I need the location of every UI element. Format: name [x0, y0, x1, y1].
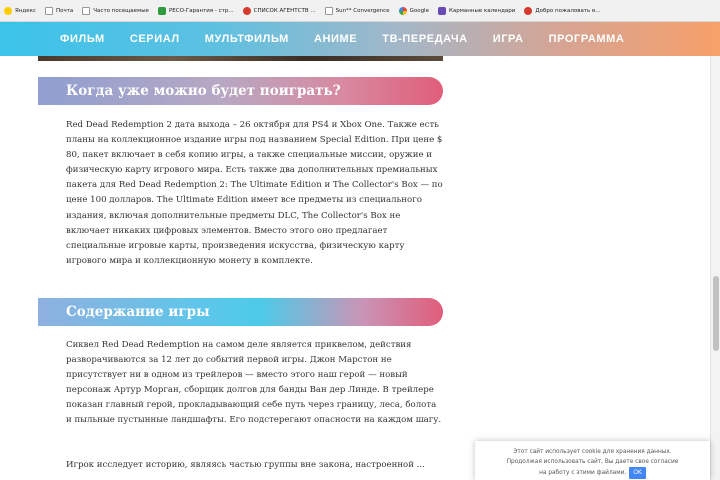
google-icon	[398, 6, 407, 15]
page-icon	[82, 6, 91, 15]
nav-item-program[interactable]: ПРОГРАММА	[549, 33, 625, 45]
bookmark-yandex[interactable]: Яндекс	[4, 6, 36, 15]
cookie-text: Продолжая использовать сайт, Вы даете св…	[506, 459, 679, 465]
yandex-icon	[4, 6, 12, 15]
bookmark-reso[interactable]: РЕСО-Гарантия - стр...	[157, 6, 234, 15]
bookmark-agencies[interactable]: СПИСОК АГЕНТСТВ ...	[242, 6, 316, 15]
page-icon	[324, 6, 333, 15]
bookmark-label: Почта	[55, 7, 74, 14]
calendar-icon	[437, 6, 446, 15]
bookmark-google[interactable]: Google	[398, 6, 429, 15]
bookmarks-bar: Яндекс Почта Часто посещаемые РЕСО-Гаран…	[0, 0, 720, 22]
bookmark-label: Яндекс	[15, 7, 36, 14]
article-image	[38, 56, 443, 61]
section-heading-content: Содержание игры	[38, 298, 443, 326]
bookmark-label: СПИСОК АГЕНТСТВ ...	[253, 7, 316, 14]
scrollbar-thumb[interactable]	[713, 276, 719, 351]
main-navigation: ФИЛЬМ СЕРИАЛ МУЛЬТФИЛЬМ АНИМЕ ТВ-ПЕРЕДАЧ…	[0, 22, 720, 56]
bookmark-mail[interactable]: Почта	[44, 6, 74, 15]
bookmark-sun-convergence[interactable]: Sun** Convergence	[324, 6, 390, 15]
article-paragraph: Red Dead Redemption 2 дата выхода – 26 о…	[66, 120, 443, 266]
bookmark-label: Добро пожаловать в...	[535, 7, 601, 14]
bookmark-label: Карманные календари	[448, 7, 516, 14]
bookmark-label: Часто посещаемые	[93, 7, 149, 14]
nav-item-film[interactable]: ФИЛЬМ	[60, 33, 105, 45]
cookie-notice: Этот сайт использует cookie для хранения…	[475, 441, 710, 480]
article-paragraph: Игрок исследует историю, являясь частью …	[66, 460, 425, 470]
red-circle-icon	[524, 6, 533, 15]
page-icon	[44, 6, 53, 15]
nav-item-anime[interactable]: АНИМЕ	[314, 33, 357, 45]
cookie-text: Этот сайт использует cookie для хранения…	[513, 449, 672, 455]
bookmark-calendars[interactable]: Карманные календари	[437, 6, 516, 15]
cookie-ok-button[interactable]: OK	[629, 467, 646, 479]
bookmark-label: Sun** Convergence	[335, 7, 390, 14]
nav-item-cartoon[interactable]: МУЛЬТФИЛЬМ	[205, 33, 289, 45]
nav-item-game[interactable]: ИГРА	[493, 33, 524, 45]
red-circle-icon	[242, 6, 251, 15]
article-paragraph: Сиквел Red Dead Redemption на самом деле…	[66, 340, 442, 426]
bookmark-welcome[interactable]: Добро пожаловать в...	[524, 6, 601, 15]
section-heading-release: Когда уже можно будет поиграть?	[38, 77, 443, 105]
section-title: Содержание игры	[66, 304, 210, 320]
nav-item-serial[interactable]: СЕРИАЛ	[130, 33, 180, 45]
section-title: Когда уже можно будет поиграть?	[66, 83, 341, 99]
bookmark-label: РЕСО-Гарантия - стр...	[168, 7, 234, 14]
bookmark-most-visited[interactable]: Часто посещаемые	[82, 6, 149, 15]
cookie-text: на работу с этими файлами.	[539, 470, 627, 476]
page-scrollbar[interactable]	[710, 56, 720, 480]
reso-icon	[157, 6, 166, 15]
bookmark-label: Google	[409, 7, 429, 14]
nav-item-tv-show[interactable]: ТВ-ПЕРЕДАЧА	[382, 33, 467, 45]
